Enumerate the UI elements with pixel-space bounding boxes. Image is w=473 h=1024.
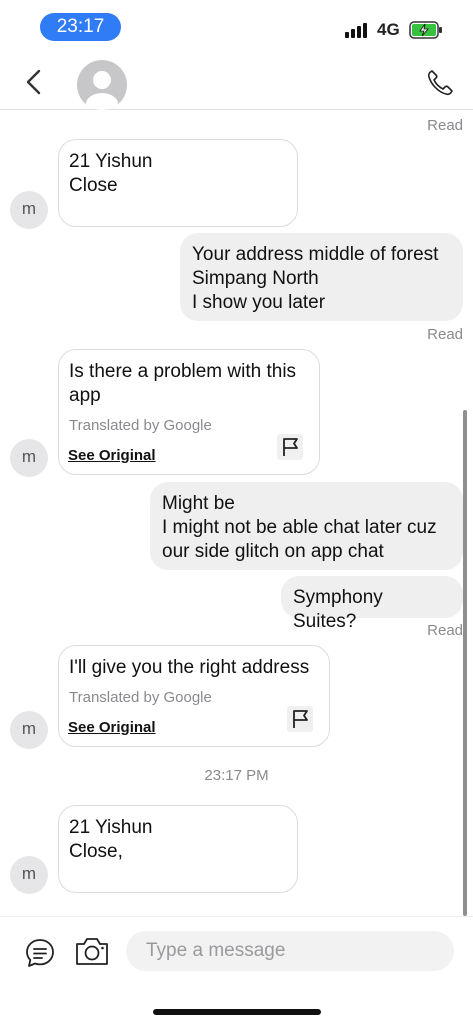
chat-icon[interactable] xyxy=(24,937,56,969)
phone-icon[interactable] xyxy=(425,68,455,98)
incoming-message[interactable]: I'll give you the right address Translat… xyxy=(58,645,330,747)
chat-header xyxy=(0,52,473,110)
back-icon[interactable] xyxy=(22,68,46,96)
outgoing-message[interactable]: Your address middle of forest Simpang No… xyxy=(180,233,463,321)
camera-icon[interactable] xyxy=(74,935,110,967)
battery-charging-icon xyxy=(409,21,442,39)
signal-icon xyxy=(345,22,371,38)
message-text: 21 Yishun xyxy=(69,817,153,838)
message-text: Simpang North xyxy=(192,268,319,289)
incoming-message[interactable]: 21 Yishun Close, xyxy=(58,805,298,893)
incoming-message[interactable]: Is there a problem with this app Transla… xyxy=(58,349,320,475)
message-input[interactable] xyxy=(126,931,454,971)
message-text: Close xyxy=(69,175,118,196)
message-text: Close, xyxy=(69,841,123,862)
sender-avatar: m xyxy=(10,856,48,894)
status-bar: 23:17 4G xyxy=(0,0,473,52)
sender-avatar: m xyxy=(10,191,48,229)
message-text: Is there a problem with this xyxy=(69,361,297,382)
flag-icon[interactable] xyxy=(287,706,313,732)
read-receipt: Read xyxy=(427,117,463,134)
network-label: 4G xyxy=(377,20,400,39)
see-original-link[interactable]: See Original xyxy=(68,444,156,468)
read-receipt: Read xyxy=(427,326,463,343)
see-original-link[interactable]: See Original xyxy=(68,716,156,740)
sender-avatar: m xyxy=(10,711,48,749)
message-text: Might be xyxy=(162,493,235,514)
message-text: 21 Yishun xyxy=(69,151,153,172)
home-indicator xyxy=(153,1009,321,1015)
flag-icon[interactable] xyxy=(277,434,303,460)
translated-label: Translated by Google xyxy=(69,417,212,434)
incoming-message[interactable]: 21 Yishun Close xyxy=(58,139,298,227)
outgoing-message[interactable]: Symphony Suites? xyxy=(281,576,463,632)
message-text: I'll give you the right address xyxy=(69,657,310,678)
message-text: app xyxy=(69,385,101,406)
scrollbar[interactable] xyxy=(463,410,467,916)
read-receipt: Read xyxy=(427,622,463,639)
message-composer xyxy=(0,916,473,1024)
contact-avatar[interactable] xyxy=(77,60,127,110)
message-text: Your address middle of forest xyxy=(192,244,439,265)
message-text: I show you later xyxy=(192,292,326,313)
translated-label: Translated by Google xyxy=(69,689,212,706)
status-time: 23:17 xyxy=(40,13,121,41)
message-text: our side glitch on app chat xyxy=(162,541,384,562)
message-timestamp: 23:17 PM xyxy=(204,767,269,784)
sender-avatar: m xyxy=(10,439,48,477)
outgoing-message[interactable]: Might be I might not be able chat later … xyxy=(150,482,463,570)
message-text: I might not be able chat later cuz xyxy=(162,517,437,538)
